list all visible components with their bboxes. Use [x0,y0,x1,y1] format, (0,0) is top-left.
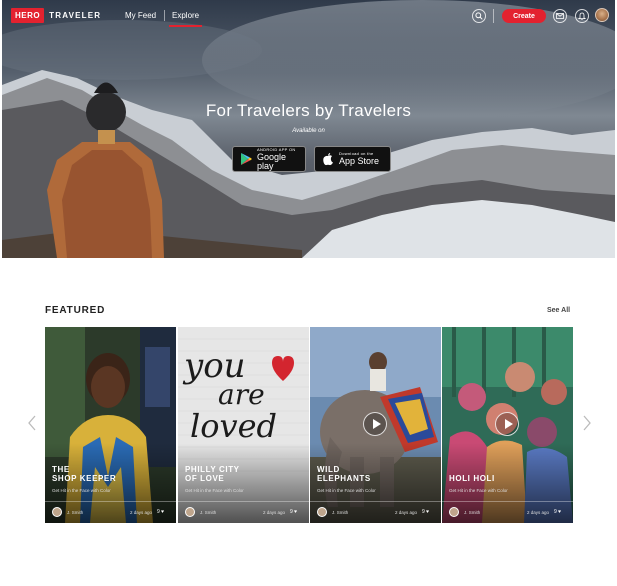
like-number: 9 [554,509,557,515]
heart-icon: ♥ [161,509,165,515]
bell-icon [578,12,586,20]
app-store-button[interactable]: Download on the App Store [314,146,391,172]
post-time: 2 days ago [527,510,550,515]
like-number: 9 [157,509,160,515]
google-play-button[interactable]: ANDROID APP ON Google play [232,146,306,172]
featured-heading: FEATURED [45,305,106,316]
card-title: PHILLY CITY OF LOVE [185,465,240,483]
author-avatar[interactable] [52,507,62,517]
carousel-prev-icon[interactable] [27,414,37,432]
card-footer: J. Smith 2 days ago 9 ♥ [45,501,176,523]
card-subtitle: Get Hit in the Face with Color [52,488,111,493]
card-subtitle: Get Hit in the Face with Color [317,488,376,493]
post-time: 2 days ago [130,510,153,515]
user-avatar[interactable] [595,8,609,22]
story-card[interactable]: WILD ELEPHANTS Get Hit in the Face with … [310,327,441,523]
author-name[interactable]: J. Smith [200,510,216,515]
apple-icon [323,153,333,166]
card-title: WILD ELEPHANTS [317,465,371,483]
author-avatar[interactable] [449,507,459,517]
story-card[interactable]: THE SHOP KEEPER Get Hit in the Face with… [45,327,176,523]
card-title-line1: HOLI HOLI [449,474,495,483]
heart-icon: ♥ [558,509,562,515]
logo-text: TRAVELER [49,11,102,20]
post-time: 2 days ago [263,510,286,515]
logo-box: HERO [11,8,45,23]
app-store-label: App Store [339,156,380,166]
card-subtitle: Get Hit in the Face with Color [185,488,244,493]
like-count[interactable]: 9 ♥ [422,509,429,515]
hero-available-on: Available on [292,128,325,134]
card-title: HOLI HOLI [449,474,495,483]
card-footer: J. Smith 2 days ago 9 ♥ [442,501,573,523]
mail-icon [556,13,564,19]
hero-banner: HERO TRAVELER My Feed Explore Create For… [2,0,615,258]
logo[interactable]: HERO TRAVELER [11,8,101,23]
nav-active-indicator [169,25,202,27]
card-title: THE SHOP KEEPER [52,465,116,483]
card-footer: J. Smith 2 days ago 9 ♥ [310,501,441,523]
author-name[interactable]: J. Smith [67,510,83,515]
play-video-icon[interactable] [495,412,519,436]
carousel-next-icon[interactable] [582,414,592,432]
notifications-button[interactable] [575,9,589,23]
card-title-line1: THE [52,465,70,474]
nav-explore[interactable]: Explore [172,11,199,20]
google-play-icon [241,153,252,165]
author-avatar[interactable] [317,507,327,517]
see-all-link[interactable]: See All [547,307,570,314]
like-number: 9 [290,509,293,515]
google-play-small: ANDROID APP ON [257,146,296,152]
card-title-line1: WILD [317,465,340,474]
story-card[interactable]: you are loved PHILLY CITY OF LOVE Get Hi… [178,327,309,523]
card-title-line1: PHILLY CITY [185,465,240,474]
heart-icon: ♥ [294,509,298,515]
top-nav: HERO TRAVELER My Feed Explore Create [2,0,615,32]
card-title-line2: ELEPHANTS [317,474,371,483]
heart-icon: ♥ [426,509,430,515]
nav-divider [164,10,165,21]
post-time: 2 days ago [395,510,418,515]
nav-divider-right [493,9,494,23]
author-name[interactable]: J. Smith [464,510,480,515]
card-subtitle: Get Hit in the Face with Color [449,488,508,493]
like-count[interactable]: 9 ♥ [157,509,164,515]
card-title-line2: SHOP KEEPER [52,474,117,483]
author-avatar[interactable] [185,507,195,517]
google-play-label: Google play [257,151,287,171]
like-number: 9 [422,509,425,515]
messages-button[interactable] [553,9,567,23]
story-card[interactable]: HOLI HOLI Get Hit in the Face with Color… [442,327,573,523]
play-video-icon[interactable] [363,412,387,436]
card-title-line2: OF LOVE [185,474,225,483]
search-icon [475,12,483,20]
like-count[interactable]: 9 ♥ [554,509,561,515]
nav-my-feed[interactable]: My Feed [125,11,156,20]
hero-title: For Travelers by Travelers [205,101,412,120]
author-name[interactable]: J. Smith [332,510,348,515]
create-button[interactable]: Create [502,9,546,23]
search-button[interactable] [472,9,486,23]
mural-word-loved: loved [190,407,277,445]
like-count[interactable]: 9 ♥ [290,509,297,515]
card-footer: J. Smith 2 days ago 9 ♥ [178,501,309,523]
